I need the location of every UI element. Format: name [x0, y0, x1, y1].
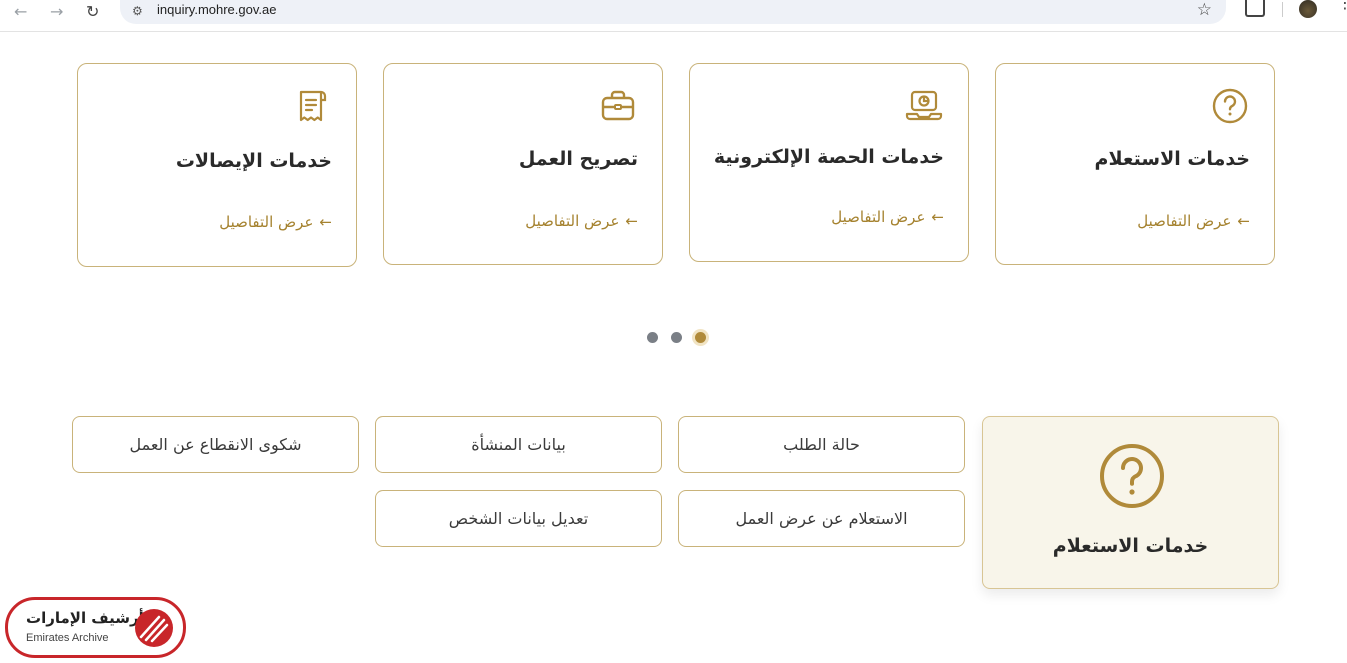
toolbar-divider: [1282, 2, 1283, 17]
card-e-quota-services[interactable]: خدمات الحصة الإلكترونية عرض التفاصيل ←: [689, 63, 969, 262]
card-work-permit[interactable]: تصريح العمل عرض التفاصيل ←: [383, 63, 663, 265]
menu-dots-icon[interactable]: ⋮: [1337, 0, 1347, 11]
option-job-offer-inquiry[interactable]: الاستعلام عن عرض العمل: [678, 490, 965, 547]
card-inquiry-services[interactable]: خدمات الاستعلام عرض التفاصيل ←: [995, 63, 1275, 265]
view-details-link[interactable]: عرض التفاصيل ←: [831, 208, 944, 226]
carousel-dot[interactable]: [671, 332, 682, 343]
forward-arrow-icon[interactable]: →: [50, 2, 63, 21]
left-arrow-icon: ←: [319, 213, 332, 231]
emirates-archive-watermark: أرشيف الإمارات Emirates Archive: [5, 597, 186, 658]
url-text[interactable]: inquiry.mohre.gov.ae: [157, 2, 276, 17]
question-circle-icon: [1100, 444, 1164, 508]
left-arrow-icon: ←: [1237, 212, 1250, 230]
option-application-status[interactable]: حالة الطلب: [678, 416, 965, 473]
watermark-english: Emirates Archive: [26, 632, 109, 644]
reload-icon[interactable]: ↻: [86, 2, 99, 21]
card-title: تصريح العمل: [518, 148, 638, 170]
site-info-icon[interactable]: ⚙: [132, 4, 143, 18]
laptop-quota-icon: [905, 90, 943, 121]
left-arrow-icon: ←: [931, 208, 944, 226]
view-details-link[interactable]: عرض التفاصيل ←: [219, 213, 332, 231]
carousel-dot-active[interactable]: [695, 332, 706, 343]
left-arrow-icon: ←: [625, 212, 638, 230]
featured-title: خدمات الاستعلام: [1052, 535, 1209, 557]
star-icon[interactable]: ☆: [1197, 0, 1212, 20]
receipt-icon: [299, 90, 327, 122]
briefcase-icon: [601, 90, 635, 121]
featured-inquiry-panel[interactable]: خدمات الاستعلام: [982, 416, 1279, 589]
card-title: خدمات الحصة الإلكترونية: [713, 146, 944, 168]
carousel-dot[interactable]: [647, 332, 658, 343]
option-establishment-data[interactable]: بيانات المنشأة: [375, 416, 662, 473]
back-arrow-icon[interactable]: ←: [14, 2, 27, 21]
emirates-archive-logo: [135, 609, 173, 647]
option-edit-person-data[interactable]: تعديل بيانات الشخص: [375, 490, 662, 547]
address-bar[interactable]: ⚙ inquiry.mohre.gov.ae ☆: [120, 0, 1226, 24]
browser-toolbar: ← → ↻ ⚙ inquiry.mohre.gov.ae ☆ ⋮: [0, 0, 1347, 32]
view-details-link[interactable]: عرض التفاصيل ←: [1137, 212, 1250, 230]
watermark-arabic: أرشيف الإمارات: [26, 609, 144, 627]
card-title: خدمات الإيصالات: [175, 150, 332, 172]
extensions-icon[interactable]: [1245, 0, 1265, 17]
view-details-link[interactable]: عرض التفاصيل ←: [525, 212, 638, 230]
card-receipts-services[interactable]: خدمات الإيصالات عرض التفاصيل ←: [77, 63, 357, 267]
profile-avatar[interactable]: [1299, 0, 1317, 18]
option-work-absence-complaint[interactable]: شكوى الانقطاع عن العمل: [72, 416, 359, 473]
question-circle-icon: [1212, 88, 1248, 124]
card-title: خدمات الاستعلام: [1094, 148, 1250, 170]
